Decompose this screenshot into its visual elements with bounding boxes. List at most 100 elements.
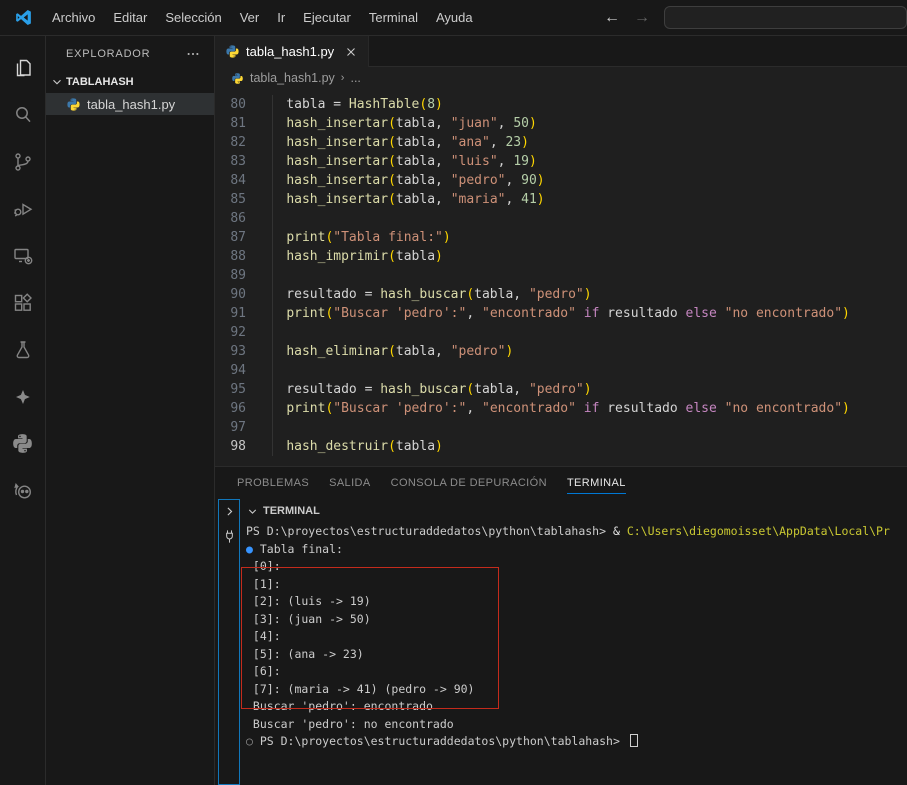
bottom-panel: PROBLEMASSALIDACONSOLA DE DEPURACIÓNTERM… xyxy=(215,466,907,785)
code-line[interactable]: 89 xyxy=(215,266,907,285)
folder-label: TABLAHASH xyxy=(66,76,134,88)
python-icon[interactable] xyxy=(0,420,46,467)
navigate-forward-icon[interactable]: → xyxy=(634,9,650,27)
code-text: print("Buscar 'pedro':", "encontrado" if… xyxy=(255,399,850,418)
breadcrumb-file[interactable]: tabla_hash1.py xyxy=(250,71,335,85)
terminal-line: ● Tabla final: xyxy=(246,541,907,559)
panel-tab-consola-de-depuraci-n[interactable]: CONSOLA DE DEPURACIÓN xyxy=(381,467,557,499)
code-line[interactable]: 97 xyxy=(215,418,907,437)
ai-assistant-icon[interactable] xyxy=(0,467,46,514)
source-control-icon[interactable] xyxy=(0,138,46,185)
code-line[interactable]: 88 hash_imprimir(tabla) xyxy=(215,247,907,266)
menu-ver[interactable]: Ver xyxy=(231,6,269,29)
code-line[interactable]: 87 print("Tabla final:") xyxy=(215,228,907,247)
command-center-search[interactable] xyxy=(664,6,907,29)
code-line[interactable]: 98 hash_destruir(tabla) xyxy=(215,437,907,456)
code-text: hash_eliminar(tabla, "pedro") xyxy=(255,342,513,361)
extensions-icon[interactable] xyxy=(0,279,46,326)
terminal-line: [3]: (juan -> 50) xyxy=(246,611,907,629)
line-number: 95 xyxy=(215,380,255,399)
terminal-line: ○ PS D:\proyectos\estructuraddedatos\pyt… xyxy=(246,733,907,751)
panel-tab-terminal[interactable]: TERMINAL xyxy=(557,467,636,499)
line-number: 97 xyxy=(215,418,255,437)
terminal-line: Buscar 'pedro': encontrado xyxy=(246,698,907,716)
chevron-down-icon xyxy=(246,505,259,518)
code-line[interactable]: 95 resultado = hash_buscar(tabla, "pedro… xyxy=(215,380,907,399)
search-icon[interactable] xyxy=(0,91,46,138)
menu-archivo[interactable]: Archivo xyxy=(43,6,104,29)
testing-icon[interactable] xyxy=(0,326,46,373)
code-text: print("Buscar 'pedro':", "encontrado" if… xyxy=(255,304,850,323)
sidebar-explorer: EXPLORADOR TABLAHASH tabla_hash1.py xyxy=(46,36,215,785)
menu-ir[interactable]: Ir xyxy=(268,6,294,29)
code-line[interactable]: 85 hash_insertar(tabla, "maria", 41) xyxy=(215,190,907,209)
file-row-tabla-hash1[interactable]: tabla_hash1.py xyxy=(46,93,214,115)
code-text: tabla = HashTable(8) xyxy=(255,95,443,114)
terminal-header-label: TERMINAL xyxy=(263,505,320,517)
code-line[interactable]: 92 xyxy=(215,323,907,342)
code-lines: 80 tabla = HashTable(8)81 hash_insertar(… xyxy=(215,95,907,456)
line-number: 82 xyxy=(215,133,255,152)
code-editor[interactable]: 80 tabla = HashTable(8)81 hash_insertar(… xyxy=(215,89,907,466)
terminal-section-header[interactable]: TERMINAL xyxy=(246,499,907,523)
line-number: 81 xyxy=(215,114,255,133)
panel-tab-bar: PROBLEMASSALIDACONSOLA DE DEPURACIÓNTERM… xyxy=(215,467,907,499)
code-line[interactable]: 80 tabla = HashTable(8) xyxy=(215,95,907,114)
line-number: 96 xyxy=(215,399,255,418)
code-line[interactable]: 86 xyxy=(215,209,907,228)
line-number: 80 xyxy=(215,95,255,114)
terminal-cursor xyxy=(630,734,638,747)
code-line[interactable]: 90 resultado = hash_buscar(tabla, "pedro… xyxy=(215,285,907,304)
plug-icon[interactable] xyxy=(223,529,236,544)
line-number: 92 xyxy=(215,323,255,342)
sidebar-title: EXPLORADOR xyxy=(66,48,150,60)
menu-ejecutar[interactable]: Ejecutar xyxy=(294,6,360,29)
line-number: 84 xyxy=(215,171,255,190)
folder-row-tablahash[interactable]: TABLAHASH xyxy=(46,71,214,93)
line-number: 89 xyxy=(215,266,255,285)
chevron-right-icon: › xyxy=(341,72,345,84)
code-line[interactable]: 83 hash_insertar(tabla, "luis", 19) xyxy=(215,152,907,171)
run-debug-icon[interactable] xyxy=(0,185,46,232)
line-number: 91 xyxy=(215,304,255,323)
breadcrumb-symbol[interactable]: ... xyxy=(350,71,360,85)
code-line[interactable]: 96 print("Buscar 'pedro':", "encontrado"… xyxy=(215,399,907,418)
line-number: 83 xyxy=(215,152,255,171)
line-number: 90 xyxy=(215,285,255,304)
line-number: 85 xyxy=(215,190,255,209)
title-bar: ArchivoEditarSelecciónVerIrEjecutarTermi… xyxy=(0,0,907,36)
panel-tab-salida[interactable]: SALIDA xyxy=(319,467,381,499)
files-explorer-icon[interactable] xyxy=(0,44,46,91)
code-line[interactable]: 84 hash_insertar(tabla, "pedro", 90) xyxy=(215,171,907,190)
panel-tab-problemas[interactable]: PROBLEMAS xyxy=(227,467,319,499)
menu-ayuda[interactable]: Ayuda xyxy=(427,6,482,29)
code-text: hash_insertar(tabla, "maria", 41) xyxy=(255,190,545,209)
remote-explorer-icon[interactable] xyxy=(0,232,46,279)
code-line[interactable]: 94 xyxy=(215,361,907,380)
activity-bar xyxy=(0,36,46,785)
tab-tabla-hash1[interactable]: tabla_hash1.py xyxy=(215,36,369,67)
terminal-line: [2]: (luis -> 19) xyxy=(246,593,907,611)
navigate-back-icon[interactable]: ← xyxy=(604,9,620,27)
code-line[interactable]: 93 hash_eliminar(tabla, "pedro") xyxy=(215,342,907,361)
code-text: resultado = hash_buscar(tabla, "pedro") xyxy=(255,380,592,399)
tab-bar-empty-space xyxy=(369,36,907,67)
code-text: hash_insertar(tabla, "pedro", 90) xyxy=(255,171,545,190)
menu-selección[interactable]: Selección xyxy=(156,6,230,29)
code-line[interactable]: 91 print("Buscar 'pedro':", "encontrado"… xyxy=(215,304,907,323)
menu-terminal[interactable]: Terminal xyxy=(360,6,427,29)
sparkle-ai-icon[interactable] xyxy=(0,373,46,420)
code-text: hash_imprimir(tabla) xyxy=(255,247,443,266)
close-icon[interactable] xyxy=(344,45,358,59)
code-line[interactable]: 82 hash_insertar(tabla, "ana", 23) xyxy=(215,133,907,152)
terminal-line: PS D:\proyectos\estructuraddedatos\pytho… xyxy=(246,523,907,541)
breadcrumb[interactable]: tabla_hash1.py › ... xyxy=(215,67,907,89)
terminal-output[interactable]: PS D:\proyectos\estructuraddedatos\pytho… xyxy=(246,523,907,785)
line-number: 87 xyxy=(215,228,255,247)
chevron-right-icon[interactable] xyxy=(223,505,236,518)
editor-tab-bar: tabla_hash1.py xyxy=(215,36,907,67)
code-line[interactable]: 81 hash_insertar(tabla, "juan", 50) xyxy=(215,114,907,133)
more-actions-icon[interactable] xyxy=(186,47,200,61)
menu-editar[interactable]: Editar xyxy=(104,6,156,29)
code-text: resultado = hash_buscar(tabla, "pedro") xyxy=(255,285,592,304)
